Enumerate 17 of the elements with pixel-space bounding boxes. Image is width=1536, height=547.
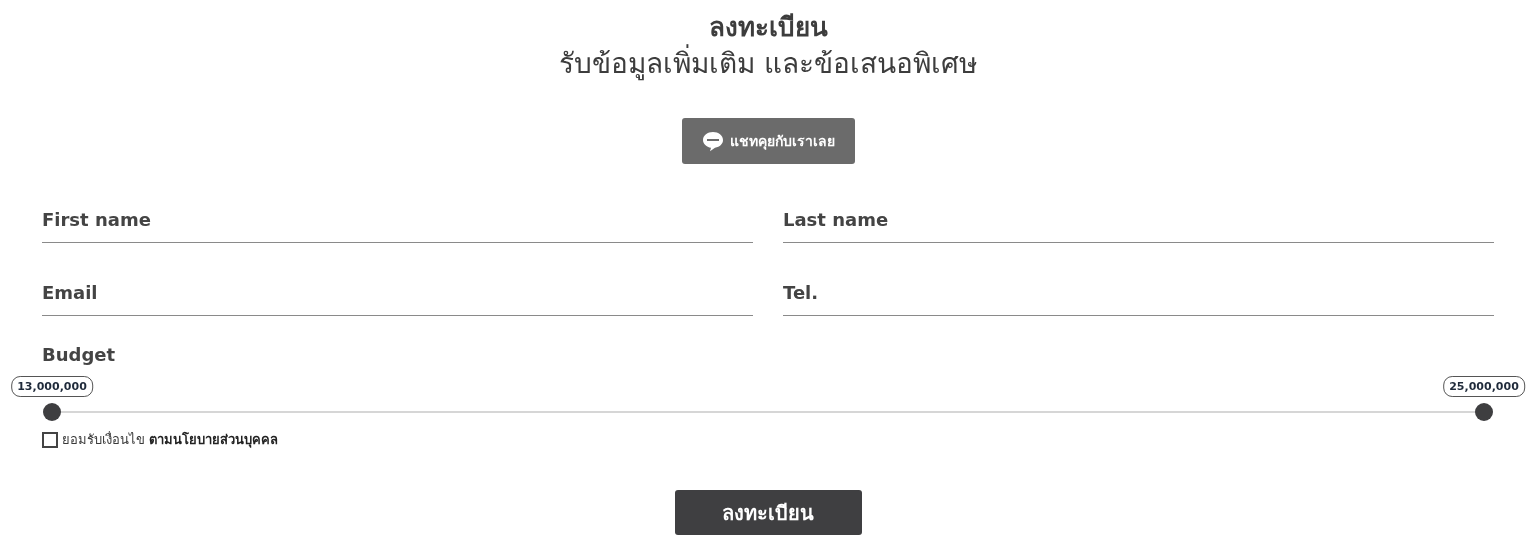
page-title: ลงทะเบียน: [708, 11, 828, 44]
chat-bubble-icon: [701, 130, 724, 152]
privacy-policy-link[interactable]: ตามนโยบายส่วนบุคคล: [149, 429, 278, 450]
consent-checkbox[interactable]: [42, 431, 58, 448]
budget-label: Budget: [42, 344, 116, 365]
text-field[interactable]: First name: [42, 196, 753, 243]
register-button[interactable]: ลงทะเบียน: [674, 490, 862, 535]
value-tooltip: 25,000,000: [1443, 376, 1525, 397]
page-subtitle: รับข้อมูลเพิ่มเติม และข้อเสนอพิเศษ: [559, 44, 977, 84]
line-chat-button[interactable]: แชทคุยกับเราเลย: [681, 118, 855, 164]
slider-handle[interactable]: [43, 403, 61, 421]
slider-handle[interactable]: [1475, 403, 1493, 421]
text-field[interactable]: Email: [42, 269, 753, 316]
consent-text: ยอมรับเงื่อนไข: [62, 430, 145, 449]
value-tooltip: 13,000,000: [11, 376, 93, 397]
text-field[interactable]: Last name: [783, 196, 1494, 243]
text-field[interactable]: Tel.: [783, 269, 1494, 316]
